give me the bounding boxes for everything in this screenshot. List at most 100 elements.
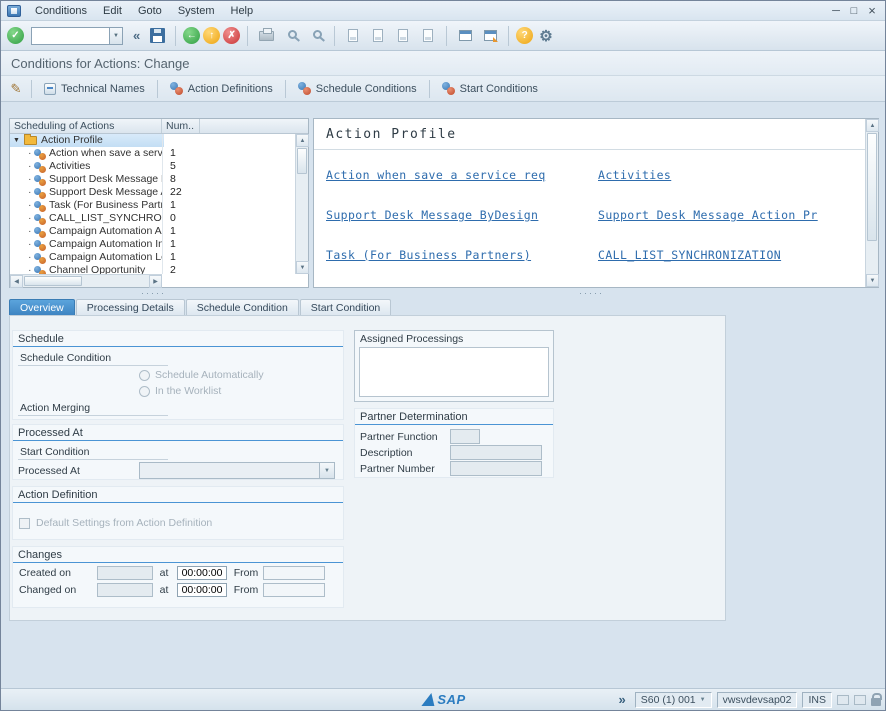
tree-row[interactable]: Campaign Automation Activit 1 — [10, 225, 295, 238]
tree-horizontal-scrollbar[interactable]: ◀ ▶ — [10, 274, 162, 287]
action-profile-link[interactable]: CALL_LIST_SYNCHRONIZATION — [598, 248, 865, 262]
new-session-icon[interactable] — [454, 25, 476, 47]
splitter-handle[interactable]: ····· — [141, 288, 166, 298]
menu-item[interactable]: Edit — [95, 3, 130, 19]
tree-row[interactable]: Channel Opportunity 2 — [10, 264, 295, 274]
expander-icon[interactable]: ▼ — [13, 134, 23, 147]
tree-row[interactable]: Task (For Business Partners) 1 — [10, 199, 295, 212]
minimize-icon[interactable]: ─ — [827, 5, 845, 17]
tree-row[interactable]: CALL_LIST_SYNCHRONIZATI 0 — [10, 212, 295, 225]
status-expand-icon[interactable]: » — [615, 692, 630, 707]
menu-item[interactable]: System — [170, 3, 223, 19]
standard-toolbar: ✓ ▼ « ← ↑ ✗ ? ⚙ — [1, 21, 885, 51]
find-icon[interactable] — [280, 25, 302, 47]
display-change-button[interactable]: ✎ — [5, 78, 27, 100]
tab-processing-details[interactable]: Processing Details — [76, 299, 185, 315]
partner-function-input[interactable] — [450, 429, 480, 444]
command-input[interactable] — [31, 27, 109, 45]
in-the-worklist-radio[interactable]: In the Worklist — [139, 385, 221, 397]
tree-row-count: 2 — [162, 264, 192, 274]
detail-vertical-scrollbar[interactable]: ▲ ▼ — [865, 119, 878, 287]
action-merging-label: Action Merging — [18, 401, 168, 416]
save-icon[interactable] — [146, 25, 168, 47]
maximize-icon[interactable]: □ — [845, 5, 863, 17]
print-icon[interactable] — [255, 25, 277, 47]
from-input[interactable] — [263, 566, 325, 580]
create-shortcut-icon[interactable] — [479, 25, 501, 47]
time-input[interactable]: 00:00:00 — [177, 566, 227, 580]
chevron-down-icon[interactable]: ▼ — [700, 697, 706, 703]
close-icon[interactable]: × — [863, 3, 881, 18]
next-page-icon[interactable] — [392, 25, 414, 47]
collapse-icon[interactable]: « — [130, 28, 143, 43]
processed-at-select[interactable]: ▼ — [139, 462, 335, 479]
menu-item[interactable]: Conditions — [27, 3, 95, 19]
default-settings-check-row[interactable]: Default Settings from Action Definition — [19, 517, 212, 529]
date-input[interactable] — [97, 566, 153, 580]
technical-names-button[interactable]: Technical Names — [36, 80, 153, 98]
enter-icon[interactable]: ✓ — [7, 27, 24, 44]
back-icon[interactable]: ← — [183, 27, 200, 44]
help-icon[interactable]: ? — [516, 27, 533, 44]
date-input[interactable] — [97, 583, 153, 597]
menu-item[interactable]: Goto — [130, 3, 170, 19]
scrollbar-track[interactable] — [296, 147, 308, 261]
action-definitions-button[interactable]: Action Definitions — [162, 79, 281, 98]
customize-layout-icon[interactable]: ⚙ — [536, 27, 555, 45]
tab-schedule-condition[interactable]: Schedule Condition — [186, 299, 299, 315]
system-menu-icon[interactable] — [7, 5, 21, 17]
tree-row[interactable]: Activities 5 — [10, 160, 295, 173]
scroll-up-icon[interactable]: ▲ — [296, 134, 309, 147]
action-profile-link[interactable]: Task (For Business Partners) — [326, 248, 598, 262]
tree-column-header-num[interactable]: Num.. — [162, 119, 200, 133]
scroll-right-icon[interactable]: ▶ — [149, 275, 162, 288]
tree-column-header-scheduling[interactable]: Scheduling of Actions — [10, 119, 162, 133]
cancel-icon[interactable]: ✗ — [223, 27, 240, 44]
action-profile-link[interactable]: Activities — [598, 168, 865, 182]
tab-overview[interactable]: Overview — [9, 299, 75, 315]
description-input[interactable] — [450, 445, 542, 460]
previous-page-icon[interactable] — [367, 25, 389, 47]
scrollbar-thumb[interactable] — [297, 148, 307, 174]
default-settings-checkbox[interactable] — [19, 518, 30, 529]
assigned-processings-list[interactable] — [359, 347, 549, 397]
scrollbar-thumb[interactable] — [24, 276, 82, 286]
action-profile-link[interactable]: Action when save a service req — [326, 168, 598, 182]
tree-row[interactable]: Campaign Automation Lead 1 — [10, 251, 295, 264]
start-conditions-button[interactable]: Start Conditions — [434, 79, 546, 98]
tree-row[interactable]: Support Desk Message Action 22 — [10, 186, 295, 199]
insert-mode-cell[interactable]: INS — [802, 692, 832, 708]
system-info-cell[interactable]: S60 (1) 001 ▼ — [635, 692, 712, 708]
action-profile-link[interactable]: Support Desk Message ByDesign — [326, 208, 598, 222]
exit-icon[interactable]: ↑ — [203, 27, 220, 44]
last-page-icon[interactable] — [417, 25, 439, 47]
tree-row-action-profile[interactable]: ▼ Action Profile — [10, 134, 295, 147]
scrollbar-thumb[interactable] — [867, 133, 877, 241]
tab-start-condition[interactable]: Start Condition — [300, 299, 391, 315]
menu-item[interactable]: Help — [223, 3, 262, 19]
radio-icon[interactable] — [139, 370, 150, 381]
chevron-down-icon[interactable]: ▼ — [319, 463, 334, 478]
partner-number-input[interactable] — [450, 461, 542, 476]
scrollbar-track[interactable] — [23, 275, 149, 287]
from-input[interactable] — [263, 583, 325, 597]
scroll-left-icon[interactable]: ◀ — [10, 275, 23, 288]
tree-row[interactable]: Campaign Automation Intern 1 — [10, 238, 295, 251]
action-profile-link[interactable]: Support Desk Message Action Pr — [598, 208, 865, 222]
radio-icon[interactable] — [139, 386, 150, 397]
tree-row[interactable]: Action when save a service r 1 — [10, 147, 295, 160]
command-dropdown-icon[interactable]: ▼ — [109, 27, 123, 45]
scrollbar-track[interactable] — [866, 132, 878, 274]
first-page-icon[interactable] — [342, 25, 364, 47]
tree-vertical-scrollbar[interactable]: ▲ ▼ — [295, 134, 308, 274]
scroll-down-icon[interactable]: ▼ — [296, 261, 309, 274]
action-definition-icon — [34, 226, 46, 238]
splitter-handle[interactable]: ····· — [579, 288, 604, 298]
schedule-automatically-radio[interactable]: Schedule Automatically — [139, 369, 264, 381]
schedule-conditions-button[interactable]: Schedule Conditions — [290, 79, 425, 98]
scroll-up-icon[interactable]: ▲ — [866, 119, 879, 132]
time-input[interactable]: 00:00:00 — [177, 583, 227, 597]
find-next-icon[interactable] — [305, 25, 327, 47]
scroll-down-icon[interactable]: ▼ — [866, 274, 879, 287]
tree-row[interactable]: Support Desk Message ByDes 8 — [10, 173, 295, 186]
